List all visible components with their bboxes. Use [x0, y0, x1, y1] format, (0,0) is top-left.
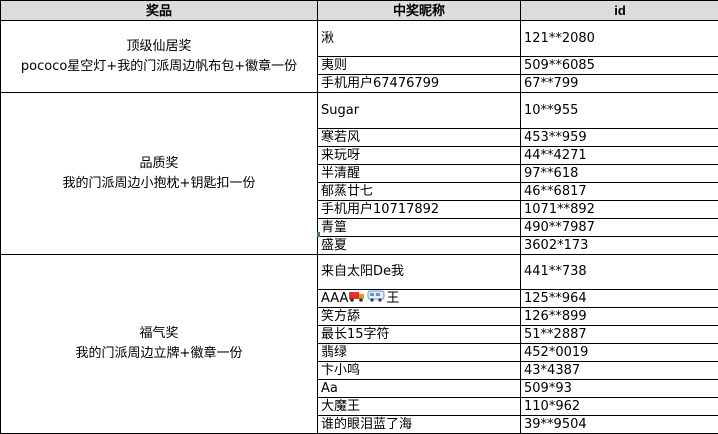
- winner-id-cell[interactable]: 67**799: [520, 74, 718, 93]
- prize-description: 我的门派周边小抱枕+钥匙扣一份: [62, 175, 256, 191]
- winner-name-cell[interactable]: 谁的眼泪蓝了海: [317, 415, 521, 434]
- winner-id-cell[interactable]: 3602*173: [520, 236, 718, 255]
- winner-name-cell[interactable]: 笑方舔: [317, 307, 521, 326]
- winner-id-cell[interactable]: 121**2080: [520, 20, 718, 57]
- winner-id-cell[interactable]: 51**2887: [520, 325, 718, 344]
- winner-name-cell[interactable]: 卞小鸣: [317, 361, 521, 380]
- winner-name-cell[interactable]: Aa: [317, 379, 521, 398]
- prize-cell-top[interactable]: 顶级仙居奖 pococo星空灯+我的门派周边帆布包+徽章一份: [0, 20, 318, 93]
- winner-name-cell[interactable]: AAA 王: [317, 289, 521, 308]
- prize-description: 我的门派周边立牌+徽章一份: [75, 346, 243, 361]
- table-row: 福气奖 我的门派周边立牌+徽章一份 来自太阳De我 441**738: [0, 254, 718, 434]
- winner-id-cell[interactable]: 10**955: [520, 92, 718, 129]
- winner-id-cell[interactable]: 126**899: [520, 307, 718, 326]
- winner-name-cell[interactable]: 来自太阳De我: [317, 254, 521, 290]
- winner-name-cell[interactable]: 最长15字符: [317, 325, 521, 344]
- winner-name-cell[interactable]: 手机用户67476799: [317, 74, 521, 93]
- winner-id-cell[interactable]: 43*4387: [520, 361, 718, 380]
- winner-name-cell[interactable]: 湫: [317, 20, 521, 57]
- winner-id-cell[interactable]: 125**964: [520, 289, 718, 308]
- winner-id-cell[interactable]: 110*962: [520, 397, 718, 416]
- winner-name-cell[interactable]: 郁蒸廿七: [317, 182, 521, 201]
- winner-id-cell[interactable]: 97**618: [520, 164, 718, 183]
- table-row: 顶级仙居奖 pococo星空灯+我的门派周边帆布包+徽章一份 湫 121**20…: [0, 20, 718, 93]
- name-suffix: 王: [386, 291, 400, 306]
- winner-id-cell[interactable]: 1071**892: [520, 200, 718, 219]
- winner-name-cell[interactable]: 夷则: [317, 56, 521, 75]
- prize-description: pococo星空灯+我的门派周边帆布包+徽章一份: [20, 58, 298, 74]
- bus-icon: [367, 290, 385, 307]
- winner-id-cell[interactable]: 452*0019: [520, 343, 718, 362]
- prize-title: 福气奖: [139, 326, 179, 341]
- winner-id-cell[interactable]: 39**9504: [520, 415, 718, 434]
- prize-cell-quality[interactable]: 品质奖 我的门派周边小抱枕+钥匙扣一份: [0, 92, 318, 255]
- cell-error-indicator: [317, 232, 320, 237]
- winner-name-cell[interactable]: 青篁: [317, 218, 521, 237]
- header-row: 奖品 中奖昵称 id: [0, 0, 718, 21]
- winner-name-cell[interactable]: 翡绿: [317, 343, 521, 362]
- header-prize[interactable]: 奖品: [0, 0, 318, 21]
- winner-id-cell[interactable]: 509*93: [520, 379, 718, 398]
- winner-name-cell[interactable]: Sugar: [317, 92, 521, 129]
- winner-name-cell[interactable]: 手机用户10717892: [317, 200, 521, 219]
- prize-cell-lucky[interactable]: 福气奖 我的门派周边立牌+徽章一份: [0, 254, 318, 434]
- prize-winners-table: 奖品 中奖昵称 id 顶级仙居奖 pococo星空灯+我的门派周边帆布包+徽章一…: [0, 0, 718, 434]
- table-row: 品质奖 我的门派周边小抱枕+钥匙扣一份 Sugar 10**955: [0, 92, 718, 255]
- name-prefix: AAA: [321, 291, 349, 306]
- header-winner[interactable]: 中奖昵称: [317, 0, 521, 21]
- winner-id-cell[interactable]: 509**6085: [520, 56, 718, 75]
- winner-name-cell[interactable]: 半清醒: [317, 164, 521, 183]
- winner-name-cell[interactable]: 寒若风: [317, 128, 521, 147]
- header-id[interactable]: id: [520, 0, 718, 21]
- spreadsheet: 奖品 中奖昵称 id 顶级仙居奖 pococo星空灯+我的门派周边帆布包+徽章一…: [0, 0, 718, 434]
- winner-id-cell[interactable]: 453**959: [520, 128, 718, 147]
- truck-icon: [349, 291, 365, 307]
- winner-id-cell[interactable]: 44**4271: [520, 146, 718, 165]
- prize-title: 顶级仙居奖: [126, 38, 192, 54]
- winner-name-cell[interactable]: 盛夏: [317, 236, 521, 255]
- winner-name-cell[interactable]: 大魔王: [317, 397, 521, 416]
- winner-id-cell[interactable]: 490**7987: [520, 218, 718, 237]
- winner-name-cell[interactable]: 来玩呀: [317, 146, 521, 165]
- prize-title: 品质奖: [139, 155, 179, 171]
- winner-id-cell[interactable]: 441**738: [520, 254, 718, 290]
- winner-id-cell[interactable]: 46**6817: [520, 182, 718, 201]
